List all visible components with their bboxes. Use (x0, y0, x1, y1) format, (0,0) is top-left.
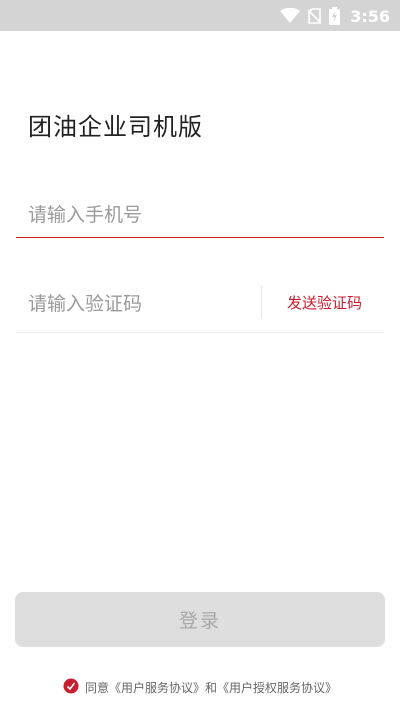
page-title: 团油企业司机版 (28, 113, 203, 141)
agreement[interactable]: 同意《用户服务协议》和《用户授权服务协议》 (0, 678, 400, 697)
status-time: 3:56 (350, 6, 390, 26)
code-input[interactable] (28, 284, 258, 324)
phone-input[interactable] (28, 195, 368, 235)
battery-charging-icon (329, 7, 341, 25)
phone-field[interactable] (16, 195, 384, 238)
login-button[interactable]: 登录 (15, 592, 385, 647)
send-code-button[interactable]: 发送验证码 (287, 292, 362, 313)
status-bar: 3:56 (0, 0, 400, 31)
checkbox-circle-icon[interactable] (63, 678, 79, 697)
code-field[interactable]: 发送验证码 (16, 282, 384, 333)
agreement-text[interactable]: 同意《用户服务协议》和《用户授权服务协议》 (85, 679, 337, 696)
no-sim-icon (308, 8, 322, 24)
status-icons: 3:56 (280, 5, 390, 27)
wifi-icon (280, 8, 301, 24)
field-divider (261, 285, 262, 319)
